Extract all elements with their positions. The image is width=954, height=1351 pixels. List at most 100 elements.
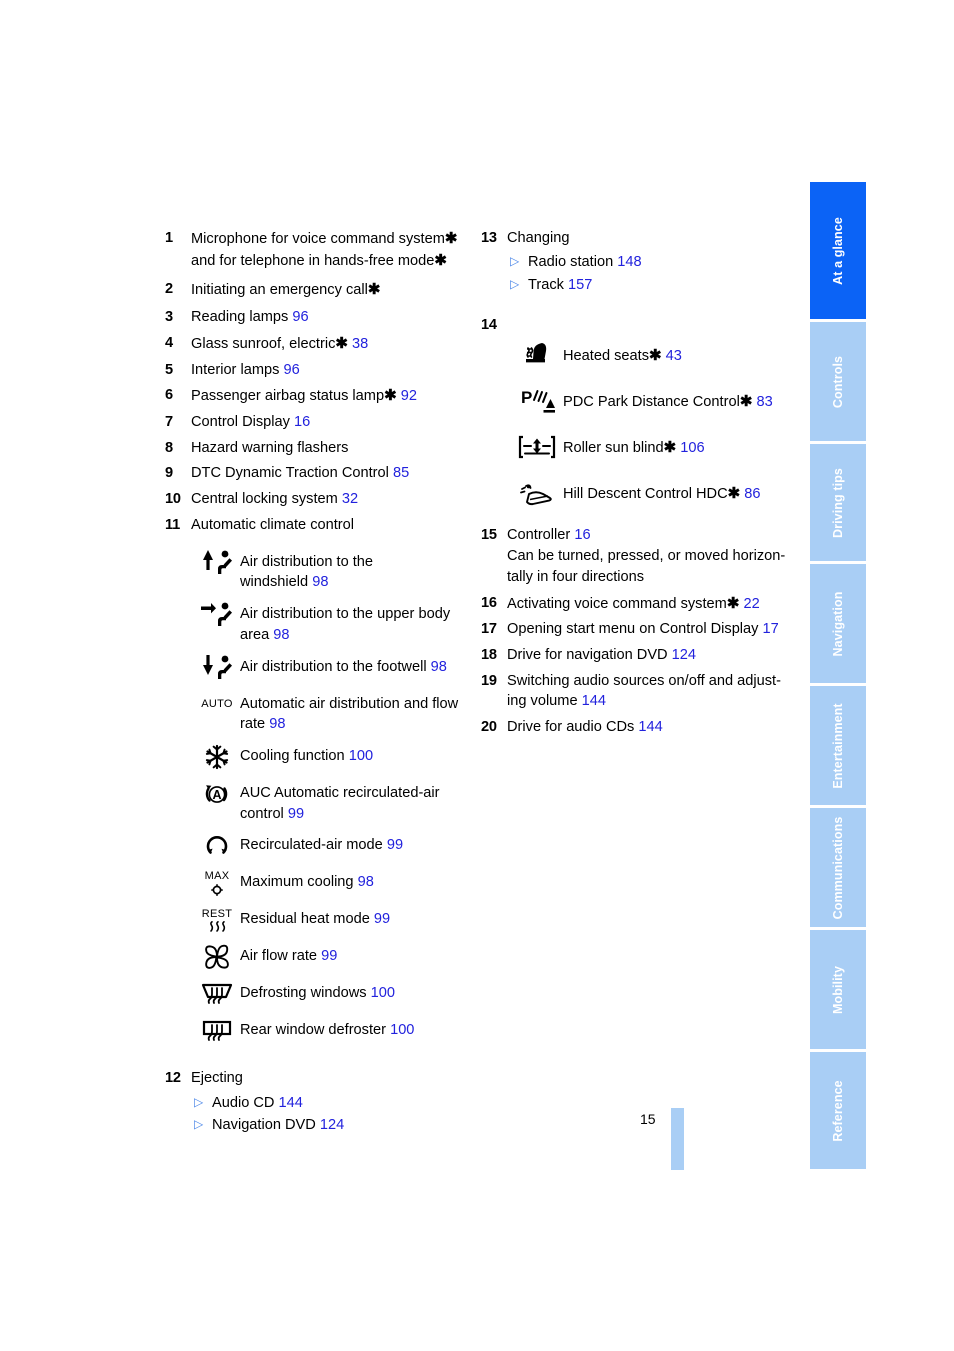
tab-communications[interactable]: Communications [810,808,866,930]
item-text: Defrosting windows [240,985,367,1002]
tab-reference[interactable]: Reference [810,1052,866,1169]
item-text: rate [240,716,266,733]
list-item: A AUC Automatic recirculated-air control… [194,779,470,824]
item-body: Air flow rate 99 [240,942,470,967]
page-reference[interactable]: 100 [371,985,395,1001]
list-item: 8 Hazard warning flashers [165,438,470,459]
page-reference[interactable]: 85 [393,465,409,481]
page-reference[interactable]: 124 [672,647,696,663]
tab-label: Navigation [831,591,845,656]
item-text-line: Rear window defroster 100 [240,1020,470,1041]
item-text: Track [528,276,564,293]
item-text: windshield [240,574,309,591]
item-text-line: Defrosting windows 100 [240,983,470,1004]
page-reference[interactable]: 157 [568,277,592,293]
page-reference[interactable]: 148 [617,254,641,270]
item-body: Maximum cooling 98 [240,868,470,893]
page-reference[interactable]: 32 [342,491,358,507]
item-body: Air distribution to the footwell 98 [240,653,470,678]
item-text: Hazard warning flashers [191,439,349,456]
item-number: 15 [481,527,497,544]
list-item: 1 Microphone for voice command system✱ a… [165,228,470,271]
air-distribution-footwell-icon [194,653,240,683]
tab-at-a-glance[interactable]: At a glance [810,182,866,322]
air-distribution-upper-body-icon [194,600,240,630]
page-reference[interactable]: 99 [374,911,390,927]
list-item: 3 Reading lamps 96 [165,307,470,328]
page-reference[interactable]: 124 [320,1117,344,1133]
item-text: Reading lamps [191,309,289,326]
page-reference[interactable]: 83 [756,394,772,410]
page-reference[interactable]: 43 [666,348,682,364]
list-item: 15 Controller 16 Can be turned, pressed,… [481,525,791,587]
item-number: 18 [481,646,497,663]
page-reference[interactable]: 38 [352,336,368,352]
item-text-line: Air distribution to the footwell 98 [240,657,470,678]
tab-controls[interactable]: Controls [810,322,866,444]
item-text: Activating voice command system✱ [507,594,740,612]
page-reference[interactable]: 99 [321,948,337,964]
item-text-line: Air distribution to the upper body [240,606,451,623]
tab-navigation[interactable]: Navigation [810,564,866,686]
item-text: Controller [507,527,571,544]
page-reference[interactable]: 100 [349,748,373,764]
page-reference[interactable]: 106 [680,440,704,456]
list-item: 17 Opening start menu on Control Display… [481,619,791,640]
page-reference[interactable]: 86 [744,486,760,502]
page-reference[interactable]: 96 [292,309,308,325]
item-number: 1 [165,230,173,246]
item-text: Audio CD [212,1094,275,1111]
item-body: Activating voice command system✱ 22 [507,593,791,615]
list-item: Heated seats✱ 43 [511,339,791,371]
page-reference[interactable]: 16 [574,527,590,543]
page-reference[interactable]: 17 [763,621,779,637]
page-reference[interactable]: 99 [288,806,304,822]
item-text-line: AUC Automatic recirculated-air [240,784,440,801]
page-reference[interactable]: 98 [431,659,447,675]
item-body: Drive for navigation DVD 124 [507,645,791,666]
item-text: Radio station [528,254,614,271]
sub-list-item: ▷ Radio station 148 [510,252,791,273]
page-reference[interactable]: 98 [269,716,285,732]
item-body: Interior lamps 96 [191,360,470,381]
list-item: Cooling function 100 [194,742,470,772]
item-number: 5 [165,361,173,378]
list-item: 12 Ejecting [165,1068,470,1089]
section-tab-strip: At a glance Controls Driving tips Navigatio… [810,182,866,1169]
list-item: 10 Central locking system 32 [165,489,470,510]
page-reference[interactable]: 98 [312,574,328,590]
hill-descent-control-icon [511,477,563,509]
item-number: 6 [165,387,173,404]
page-reference[interactable]: 144 [638,719,662,735]
item-body: Control Display 16 [191,412,470,433]
page-reference[interactable]: 98 [358,874,374,890]
item-text: Changing [507,230,570,246]
tab-driving-tips[interactable]: Driving tips [810,444,866,564]
page-reference[interactable]: 96 [283,362,299,378]
item-number: 12 [165,1070,181,1087]
list-item: AUTO Automatic air distribution and flow… [194,690,470,735]
item-text: Passenger airbag status lamp✱ [191,387,397,405]
page-reference[interactable]: 99 [387,837,403,853]
item-body: Ejecting [191,1068,470,1089]
item-body: PDC Park Distance Control✱ 83 [563,385,791,413]
page-reference[interactable]: 16 [294,414,310,430]
page-reference[interactable]: 98 [273,627,289,643]
item-text-line2: control 99 [240,804,470,825]
tab-entertainment[interactable]: Entertainment [810,686,866,808]
page-reference[interactable]: 22 [743,596,759,612]
page-reference[interactable]: 92 [401,388,417,404]
tab-mobility[interactable]: Mobility [810,930,866,1052]
item-body: Drive for audio CDs 144 [507,717,791,738]
item-number: 3 [165,309,173,326]
tab-label: Controls [831,355,845,408]
item-text: area [240,626,270,643]
page-reference[interactable]: 144 [279,1095,303,1111]
item-text: Air flow rate [240,948,318,965]
item-text-line2: rate 98 [240,714,470,735]
item-text: Opening start menu on Control Display [507,621,759,638]
page-reference[interactable]: 144 [582,693,606,709]
snowflake-cooling-icon [194,742,240,772]
sub-list-item: ▷ Audio CD 144 [194,1093,470,1114]
page-reference[interactable]: 100 [390,1022,414,1038]
